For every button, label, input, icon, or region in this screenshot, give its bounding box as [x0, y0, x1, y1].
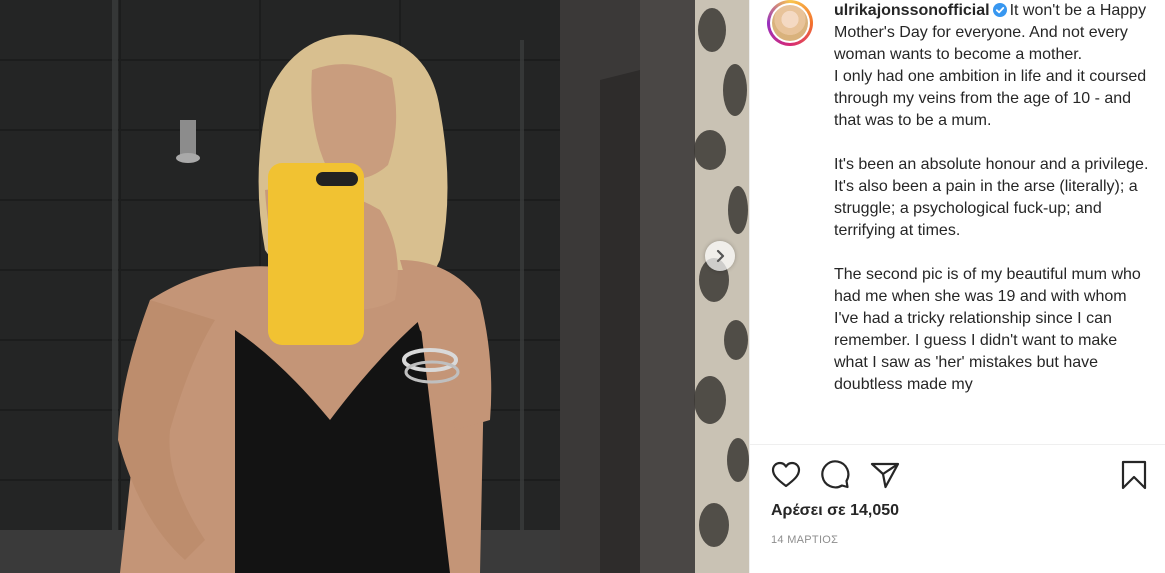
- username-link[interactable]: ulrikajonssonofficial: [834, 2, 990, 19]
- share-icon: [870, 462, 900, 489]
- next-photo-button[interactable]: [705, 241, 735, 271]
- like-button[interactable]: [770, 459, 802, 496]
- bookmark-icon: [1121, 460, 1147, 490]
- caption-line: [834, 242, 1152, 264]
- comment-icon: [821, 460, 850, 489]
- selfie-photo-illustration: [0, 0, 749, 573]
- share-button[interactable]: [869, 459, 901, 496]
- heart-icon: [771, 461, 801, 488]
- comment-button[interactable]: [819, 459, 851, 496]
- caption-area: ulrikajonssonofficial It won't be a Happy…: [750, 0, 1165, 444]
- avatar[interactable]: [767, 0, 813, 46]
- action-bar: [750, 444, 1165, 505]
- save-button[interactable]: [1119, 459, 1149, 496]
- likes-count[interactable]: Αρέσει σε 14,050: [771, 502, 899, 520]
- post-photo: [0, 0, 749, 573]
- caption-line: I only had one ambition in life and it c…: [834, 68, 1151, 129]
- post-side-panel: ulrikajonssonofficial It won't be a Happy…: [749, 0, 1165, 573]
- caption-line: It's been an absolute honour and a privi…: [834, 156, 1149, 173]
- caption-line: It's also been a pain in the arse (liter…: [834, 178, 1143, 239]
- chevron-right-icon: [716, 249, 725, 263]
- caption-line: The second pic is of my beautiful mum wh…: [834, 266, 1146, 393]
- verified-badge-icon: [992, 3, 1007, 17]
- post-date[interactable]: 14 ΜΑΡΤΙΟΣ: [771, 534, 838, 546]
- caption-line: [834, 132, 1152, 154]
- post-caption: ulrikajonssonofficial It won't be a Happy…: [834, 0, 1152, 396]
- avatar-image: [772, 5, 808, 41]
